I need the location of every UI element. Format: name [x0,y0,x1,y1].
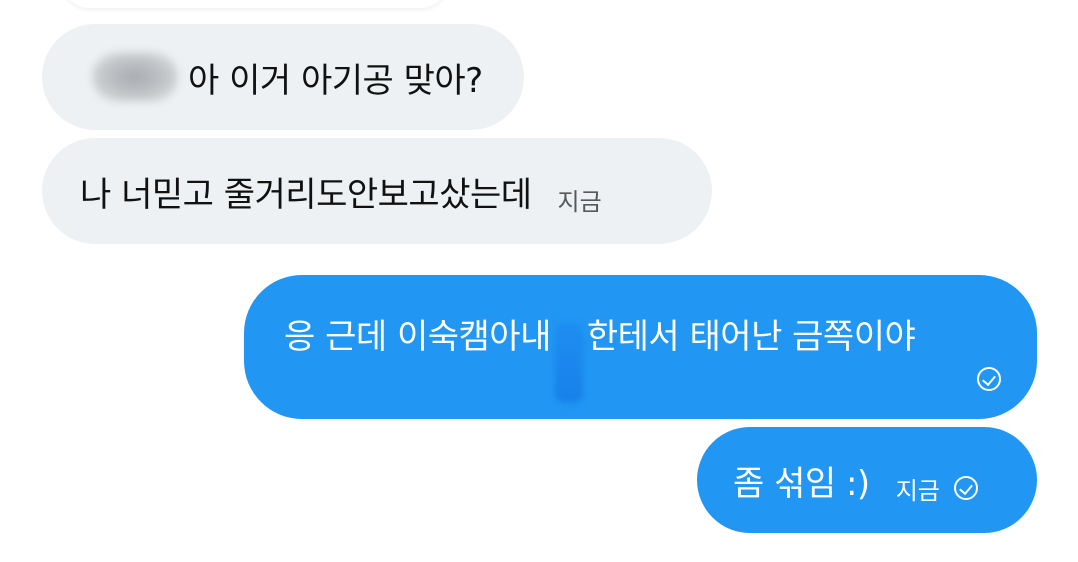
outgoing-message-bubble[interactable]: 좀 섞임 :) 지금 [697,427,1037,533]
message-text-part: 응 근데 이숙캠아내 [284,317,551,357]
previous-message-edge [60,0,450,8]
redacted-text-smudge [554,323,583,403]
blurred-name [92,52,178,102]
message-text-part: 한테서 태어난 금쪽이야 [586,317,916,357]
chat-thread: 아 이거 아기공 맞아? 나 너믿고 줄거리도안보고샀는데 지금 응 근데 이숙… [0,0,1078,562]
message-text: 좀 섞임 :) [733,463,870,504]
outgoing-message-bubble[interactable]: 응 근데 이숙캠아내 한테서 태어난 금쪽이야 [244,275,1037,419]
sent-check-icon [953,476,978,500]
sent-check-icon [977,367,1001,391]
incoming-message-bubble[interactable]: 아 이거 아기공 맞아? [42,24,524,130]
message-timestamp: 지금 [557,187,602,216]
message-text: 나 너믿고 줄거리도안보고샀는데 [80,174,532,215]
message-text: 아 이거 아기공 맞아? [188,60,483,101]
message-timestamp: 지금 [895,476,940,505]
incoming-message-bubble[interactable]: 나 너믿고 줄거리도안보고샀는데 지금 [42,138,712,244]
